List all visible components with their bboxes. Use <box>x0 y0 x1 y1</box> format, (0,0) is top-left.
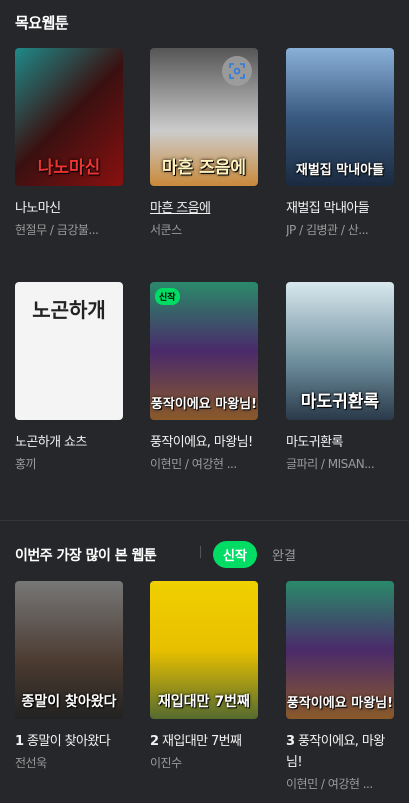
webtoon-title[interactable]: 나노마신 <box>15 198 123 219</box>
webtoon-card[interactable]: 마흔 즈음에 마흔 즈음에 서쿤스 <box>150 48 258 238</box>
thumbnail-logo: 종말이 찾아왔다 <box>21 694 117 710</box>
webtoon-title[interactable]: 풍작이에요, 마왕님! <box>286 734 385 770</box>
ranking-card[interactable]: 재입대만 7번째 2 재입대만 7번째 이진수 <box>150 581 258 771</box>
thumbnail-logo: 마도귀환록 <box>300 392 380 412</box>
thumbnail[interactable]: 나노마신 <box>15 48 123 186</box>
webtoon-author: 이진수 <box>150 756 182 770</box>
thumbnail-logo: 재입대만 7번째 <box>158 694 250 710</box>
section-divider <box>0 520 409 521</box>
thumbnail[interactable]: 재입대만 7번째 <box>150 581 258 719</box>
rank-number: 3 <box>286 734 295 749</box>
webtoon-title[interactable]: 마도귀환록 <box>286 432 394 453</box>
webtoon-author: 홍끼 <box>15 457 37 471</box>
thumbnail[interactable]: 마흔 즈음에 <box>150 48 258 186</box>
webtoon-title[interactable]: 재입대만 7번째 <box>162 734 242 749</box>
webtoon-title[interactable]: 노곤하개 쇼츠 <box>15 432 123 453</box>
webtoon-author: 서쿤스 <box>150 223 182 237</box>
thumbnail-logo: 나노마신 <box>37 158 101 178</box>
webtoon-author: 글파리 / MISAN... <box>286 457 375 471</box>
section-title-most-viewed: 이번주 가장 많이 본 웹툰 <box>15 548 157 564</box>
thumbnail[interactable]: 마도귀환록 <box>286 282 394 420</box>
webtoon-card[interactable]: 마도귀환록 마도귀환록 글파리 / MISAN... <box>286 282 394 472</box>
thumbnail-logo: 풍작이에요 마왕님! <box>150 397 258 412</box>
webtoon-title[interactable]: 재벌집 막내아들 <box>286 198 394 219</box>
webtoon-author: 이현민 / 여강현 ... <box>286 777 373 791</box>
webtoon-author: JP / 김병관 / 산... <box>286 223 369 237</box>
thumbnail[interactable]: 종말이 찾아왔다 <box>15 581 123 719</box>
ranking-card[interactable]: 종말이 찾아왔다 1 종말이 찾아왔다 전선욱 <box>15 581 123 771</box>
thumbnail[interactable]: 재벌집 막내아들 <box>286 48 394 186</box>
image-search-icon[interactable] <box>222 56 252 86</box>
webtoon-author: 이현민 / 여강현 ... <box>150 457 237 471</box>
webtoon-author: 전선욱 <box>15 756 47 770</box>
webtoon-card[interactable]: 노곤하개 노곤하개 쇼츠 홍끼 <box>15 282 123 472</box>
thumbnail-logo: 풍작이에요 마왕님! <box>286 696 394 711</box>
webtoon-card[interactable]: 신작 풍작이에요 마왕님! 풍작이에요, 마왕님! 이현민 / 여강현 ... <box>150 282 258 472</box>
webtoon-title[interactable]: 종말이 찾아왔다 <box>27 734 111 749</box>
webtoon-card[interactable]: 나노마신 나노마신 현절무 / 금강불... <box>15 48 123 238</box>
webtoon-author: 현절무 / 금강불... <box>15 223 99 237</box>
thumbnail-logo: 마흔 즈음에 <box>161 158 247 178</box>
thumbnail[interactable]: 신작 풍작이에요 마왕님! <box>150 282 258 420</box>
tab-new[interactable]: 신작 <box>213 541 257 568</box>
ranking-card[interactable]: 풍작이에요 마왕님! 3 풍작이에요, 마왕님! 이현민 / 여강현 ... <box>286 581 394 792</box>
thumbnail[interactable]: 노곤하개 <box>15 282 123 420</box>
rank-number: 2 <box>150 734 159 749</box>
webtoon-title[interactable]: 마흔 즈음에 <box>150 198 258 219</box>
thumbnail-logo: 재벌집 막내아들 <box>295 163 385 178</box>
tab-completed[interactable]: 완결 <box>272 545 296 564</box>
section-title-thursday: 목요웹툰 <box>15 14 69 32</box>
webtoon-card[interactable]: 재벌집 막내아들 재벌집 막내아들 JP / 김병관 / 산... <box>286 48 394 238</box>
rank-number: 1 <box>15 734 24 749</box>
thumbnail-logo: 노곤하개 <box>32 298 106 322</box>
thumbnail[interactable]: 풍작이에요 마왕님! <box>286 581 394 719</box>
new-badge: 신작 <box>155 288 180 305</box>
tab-separator <box>200 546 201 558</box>
webtoon-title[interactable]: 풍작이에요, 마왕님! <box>150 432 258 453</box>
